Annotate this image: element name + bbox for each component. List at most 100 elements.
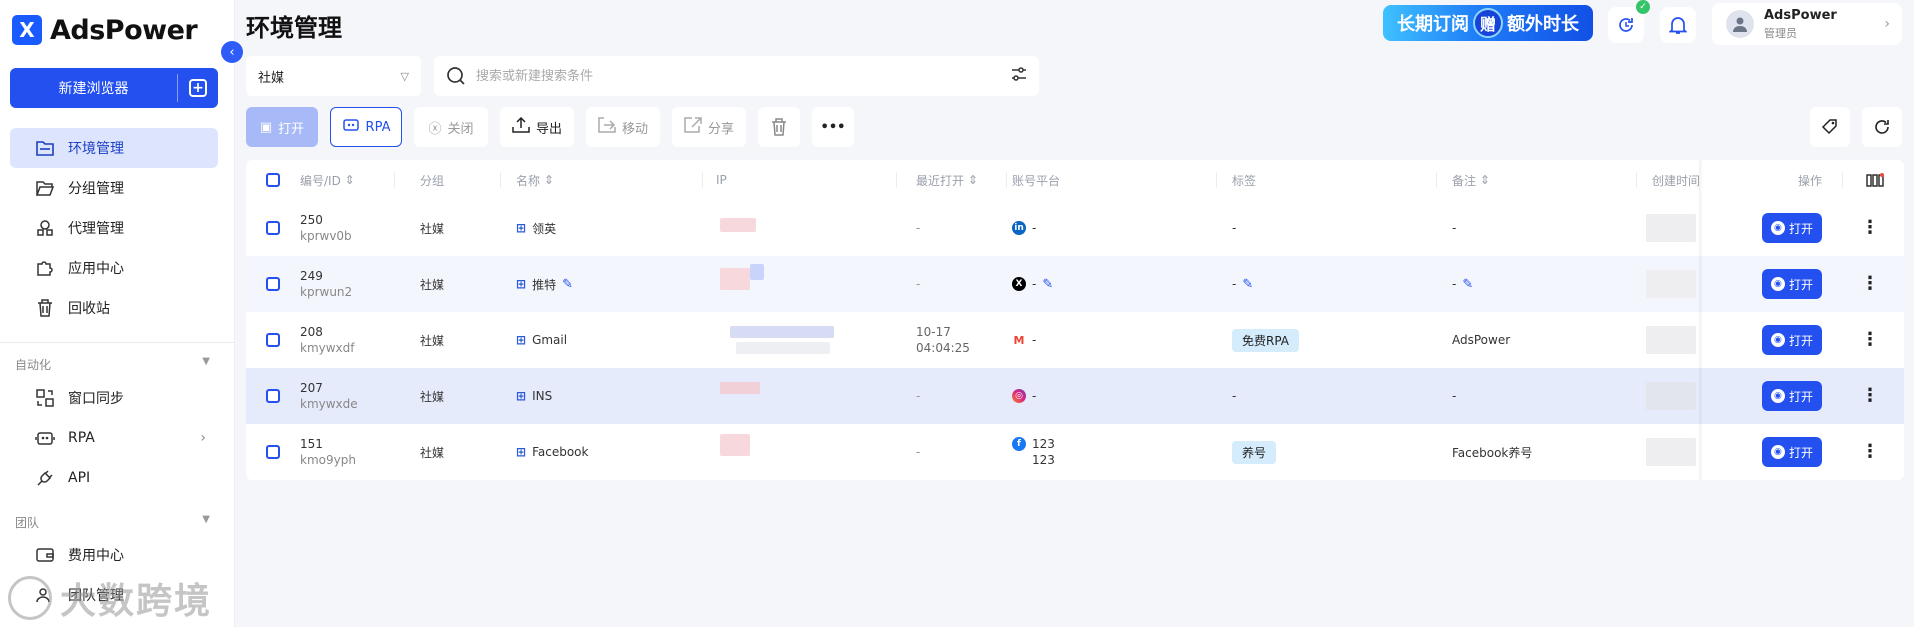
column-header-id[interactable]: 编号/ID ⇕: [300, 160, 355, 200]
checkbox[interactable]: [266, 173, 280, 187]
row-checkbox[interactable]: [266, 333, 280, 347]
share-label: 分享: [707, 121, 734, 137]
user-menu[interactable]: AdsPower 管理员 ›: [1712, 3, 1902, 45]
open-profile-button[interactable]: ◉ 打开: [1762, 381, 1822, 411]
column-header-ip: IP: [716, 160, 727, 200]
more-actions-button[interactable]: •••: [812, 107, 854, 147]
collapse-sidebar-button[interactable]: ‹: [221, 41, 243, 63]
table-row[interactable]: 207 kmywxde 社媒 ⊞ INS - ◎ - - - ◉ 打开 ⋮: [246, 368, 1904, 424]
open-browser-icon: ▣: [259, 119, 273, 135]
chevron-down-icon: ▽: [400, 69, 409, 83]
row-more-button[interactable]: ⋮: [1860, 216, 1880, 240]
more-vertical-icon: ⋮: [1861, 217, 1879, 238]
edit-icon[interactable]: ✎: [562, 277, 573, 292]
profile-code: kmywxdf: [300, 341, 355, 355]
column-label: 账号平台: [1012, 173, 1061, 188]
section-automation[interactable]: 自动化 ▼: [15, 356, 210, 373]
column-header-created[interactable]: 创建时间: [1652, 160, 1700, 200]
table-row[interactable]: 208 kmywxdf 社媒 ⊞ Gmail 10-17 04:04:25 M- 免费…: [246, 312, 1904, 368]
profile-note: Facebook养号: [1452, 445, 1533, 460]
profile-note: -: [1452, 277, 1457, 291]
tag-manage-button[interactable]: [1810, 107, 1850, 147]
x-icon: X: [1012, 277, 1026, 291]
column-label: 名称: [516, 173, 541, 188]
sidebar-item-apps[interactable]: 应用中心: [10, 248, 218, 288]
table-row[interactable]: 249 kprwun2 社媒 ⊞ 推特 ✎ - X - ✎ - ✎ - ✎ ◉ 打开 ⋮: [246, 256, 1904, 312]
browser-icon: ◉: [1770, 389, 1785, 403]
sidebar-item-api[interactable]: API: [10, 458, 218, 498]
profile-note: -: [1452, 221, 1457, 235]
filter-settings-button[interactable]: [999, 67, 1039, 85]
open-profile-button[interactable]: ◉ 打开: [1762, 269, 1822, 299]
platform-account: -: [1032, 333, 1037, 347]
trash-icon: [34, 297, 56, 319]
created-redacted: [1646, 438, 1696, 466]
table-row[interactable]: 151 kmo9yph 社媒 ⊞ Facebook - f 123 123 养号 Fa…: [246, 424, 1904, 480]
close-selected-button[interactable]: ⓧ 关闭: [414, 107, 488, 147]
notifications-button[interactable]: [1660, 7, 1696, 43]
search-bar: [434, 56, 1039, 96]
profile-code: kmywxde: [300, 397, 358, 411]
column-header-notes[interactable]: 备注 ⇕: [1452, 160, 1490, 200]
chevron-left-icon: ‹: [229, 44, 235, 60]
sync-icon: [34, 387, 56, 409]
rpa-label: RPA: [365, 119, 391, 135]
created-redacted: [1646, 214, 1696, 242]
profile-id: 151: [300, 437, 323, 451]
bell-icon: [1669, 17, 1687, 34]
sidebar-item-recycle-bin[interactable]: 回收站: [10, 288, 218, 328]
sidebar-item-billing[interactable]: 费用中心: [10, 535, 218, 575]
sidebar-item-environments[interactable]: 环境管理: [10, 128, 218, 168]
adspower-logo-icon: X: [12, 15, 42, 45]
sliders-icon: [1012, 67, 1026, 81]
refresh-button[interactable]: [1862, 107, 1902, 147]
open-selected-button[interactable]: ▣ 打开: [246, 107, 318, 147]
row-more-button[interactable]: ⋮: [1860, 272, 1880, 296]
table-row[interactable]: 250 kprwv0b 社媒 ⊞ 领英 - in - - - ◉ 打开 ⋮: [246, 200, 1904, 256]
edit-icon[interactable]: ✎: [1042, 277, 1053, 292]
row-more-button[interactable]: ⋮: [1860, 440, 1880, 464]
row-checkbox[interactable]: [266, 277, 280, 291]
column-divider: [500, 172, 501, 188]
logo[interactable]: X AdsPower: [12, 14, 198, 46]
section-team[interactable]: 团队 ▼: [15, 514, 210, 531]
edit-icon[interactable]: ✎: [1242, 277, 1253, 292]
open-profile-button[interactable]: ◉ 打开: [1762, 213, 1822, 243]
row-more-button[interactable]: ⋮: [1860, 384, 1880, 408]
search-input[interactable]: [476, 68, 989, 84]
sidebar-item-rpa[interactable]: RPA ›: [10, 418, 218, 458]
column-divider: [1636, 172, 1637, 188]
sidebar-item-proxies[interactable]: 代理管理: [10, 208, 218, 248]
select-all-checkbox[interactable]: [266, 160, 280, 200]
row-more-button[interactable]: ⋮: [1860, 328, 1880, 352]
rpa-button[interactable]: RPA: [330, 107, 402, 147]
sidebar-item-groups[interactable]: 分组管理: [10, 168, 218, 208]
column-header-name[interactable]: 名称 ⇕: [516, 160, 554, 200]
open-profile-button[interactable]: ◉ 打开: [1762, 325, 1822, 355]
edit-icon[interactable]: ✎: [1462, 277, 1473, 292]
move-button[interactable]: 移动: [586, 107, 660, 147]
group-select[interactable]: 社媒 ▽: [246, 56, 421, 96]
sidebar-item-window-sync[interactable]: 窗口同步: [10, 378, 218, 418]
promo-banner[interactable]: 长期订阅 赠 额外时长: [1383, 5, 1593, 41]
browser-icon: ◉: [1770, 277, 1785, 291]
profile-tag: -: [1232, 221, 1237, 235]
row-checkbox[interactable]: [266, 221, 280, 235]
column-settings-button[interactable]: [1866, 160, 1884, 200]
row-checkbox[interactable]: [266, 389, 280, 403]
open-profile-button[interactable]: ◉ 打开: [1762, 437, 1822, 467]
gmail-icon: M: [1012, 333, 1026, 347]
column-divider: [1006, 172, 1007, 188]
batch-add-button[interactable]: +: [178, 79, 218, 97]
row-checkbox[interactable]: [266, 445, 280, 459]
column-header-last-open[interactable]: 最近打开 ⇕: [916, 160, 978, 200]
export-button[interactable]: 导出: [500, 107, 574, 147]
new-browser-button[interactable]: 新建浏览器 +: [10, 68, 218, 108]
created-redacted: [1646, 270, 1696, 298]
robot-icon: [342, 118, 360, 136]
avatar: [1726, 10, 1754, 38]
ip-redacted: [730, 326, 834, 338]
share-button[interactable]: 分享: [672, 107, 746, 147]
delete-button[interactable]: [758, 107, 800, 147]
sidebar-item-label: 代理管理: [68, 221, 124, 237]
